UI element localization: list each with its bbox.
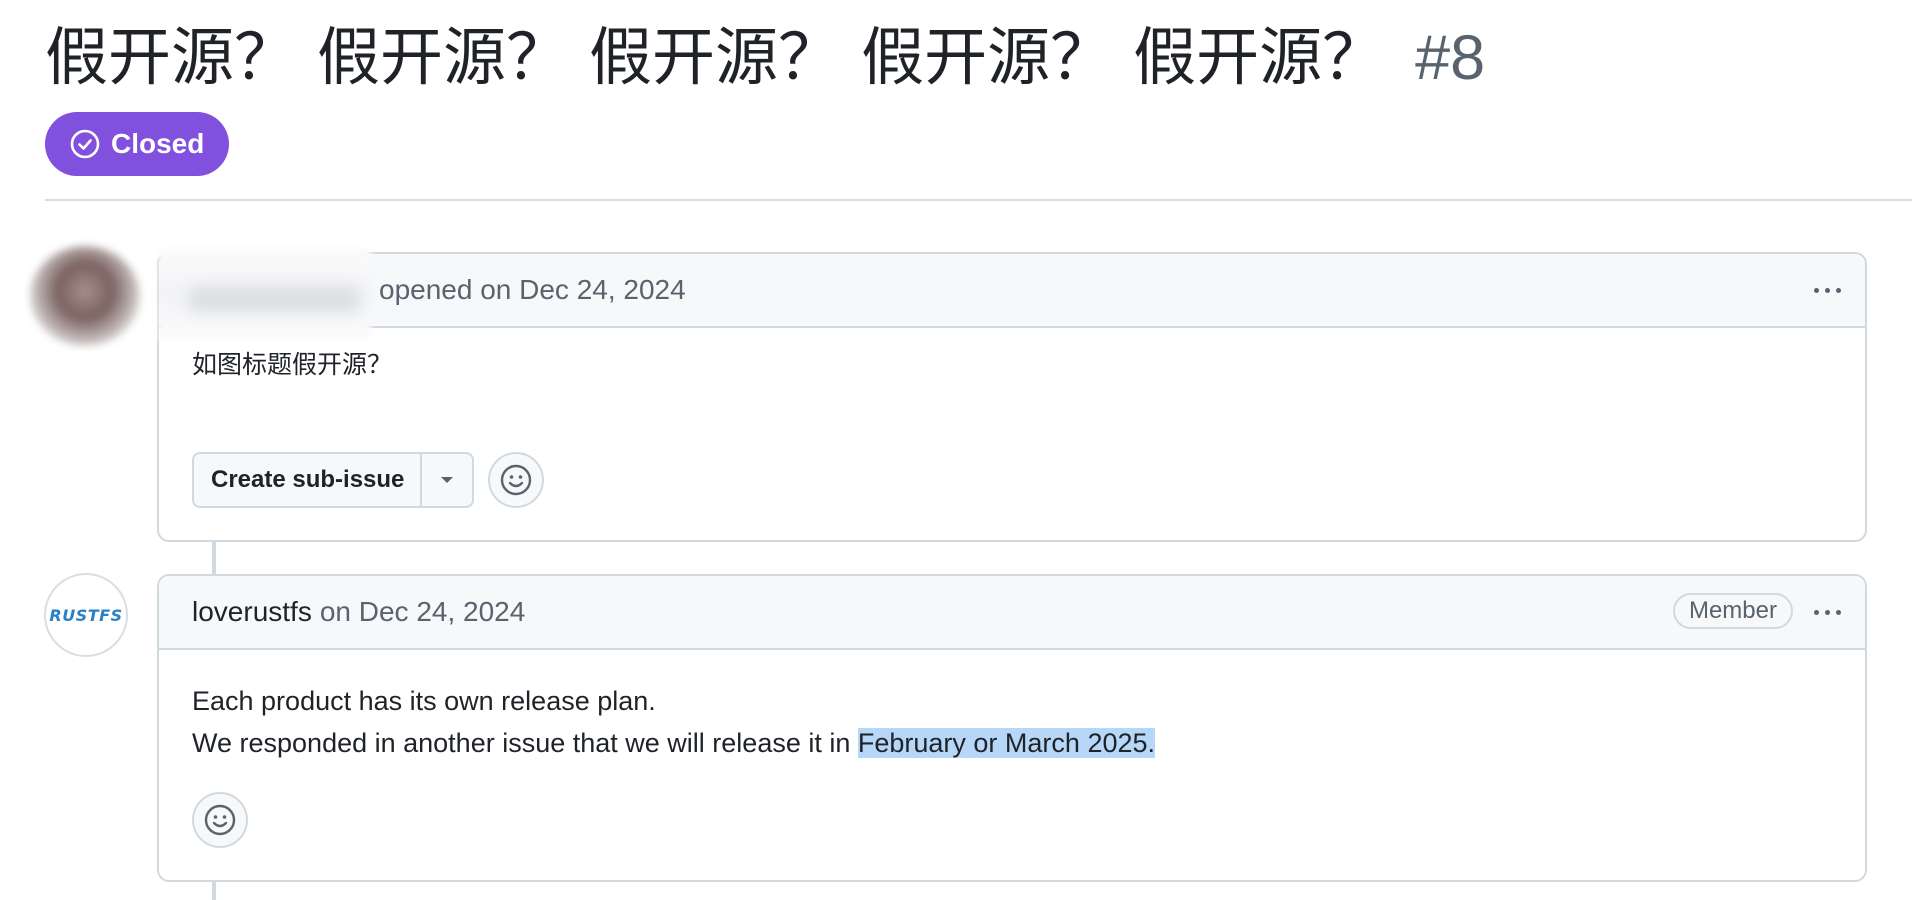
issue-number: #8 [1415,23,1486,93]
triangle-down-icon [441,477,454,483]
comment-meta: opened on Dec 24, 2024 [379,254,686,326]
comment-body: 如图标题假开源？ [159,328,1865,386]
create-sub-issue-split-button: Create sub-issue [192,452,475,508]
issue-body-comment: opened on Dec 24, 2024 如图标题假开源？ Create s… [157,248,1867,542]
kebab-horizontal-icon [1813,609,1819,615]
comment-actions [192,792,248,848]
comment-options-button[interactable] [1807,596,1847,628]
member-role-badge: Member [1672,593,1793,629]
kebab-horizontal-icon [1835,609,1841,615]
comment-text-line: Each product has its own release plan. [192,686,656,716]
kebab-horizontal-icon [1824,287,1830,293]
author-avatar[interactable] [30,246,140,346]
author-name-redacted[interactable] [159,248,371,340]
add-reaction-button[interactable] [192,792,248,848]
comment-header: loverustfs on Dec 24, 2024 Member [159,576,1865,650]
comment-author-link[interactable]: loverustfs [192,596,312,628]
comment-options-button[interactable] [1807,274,1847,306]
kebab-horizontal-icon [1824,609,1830,615]
comment-text: 如图标题假开源？ [192,350,393,379]
reply-comment: loverustfs on Dec 24, 2024 Member Each p… [157,574,1867,882]
header-divider [45,199,1912,201]
check-circle-icon [70,129,100,159]
loverustfs-avatar[interactable]: RUSTFS [44,573,128,657]
create-sub-issue-button[interactable]: Create sub-issue [194,454,420,506]
issue-title: 假开源？ 假开源？ 假开源？ 假开源？ 假开源？ #8 [45,14,1485,102]
issue-state-label: Closed [111,128,205,159]
comment-text-prefix: We responded in another issue that we wi… [192,728,858,758]
smiley-icon [501,464,532,496]
avatar-logo-text: RUSTFS [49,605,123,625]
timeline-connector [212,540,216,576]
comment-timestamp[interactable]: on Dec 24, 2024 [320,596,526,628]
selected-text: February or March 2025. [857,728,1156,758]
timeline-connector [212,880,216,900]
add-reaction-button[interactable] [488,452,545,508]
comment-meta: loverustfs on Dec 24, 2024 [192,576,525,648]
comment-timestamp[interactable]: opened on Dec 24, 2024 [379,274,686,306]
comment-header: opened on Dec 24, 2024 [159,248,1865,340]
issue-title-text: 假开源？ 假开源？ 假开源？ 假开源？ 假开源？ [45,21,1386,94]
kebab-horizontal-icon [1835,287,1841,293]
comment-actions: Create sub-issue [192,452,545,508]
comment-text-line: We responded in another issue that we wi… [192,722,1832,764]
issue-state-badge: Closed [45,112,230,176]
comment-body: Each product has its own release plan. W… [159,650,1865,764]
smiley-icon [204,804,236,836]
create-sub-issue-dropdown-button[interactable] [422,454,472,506]
kebab-horizontal-icon [1813,287,1819,293]
